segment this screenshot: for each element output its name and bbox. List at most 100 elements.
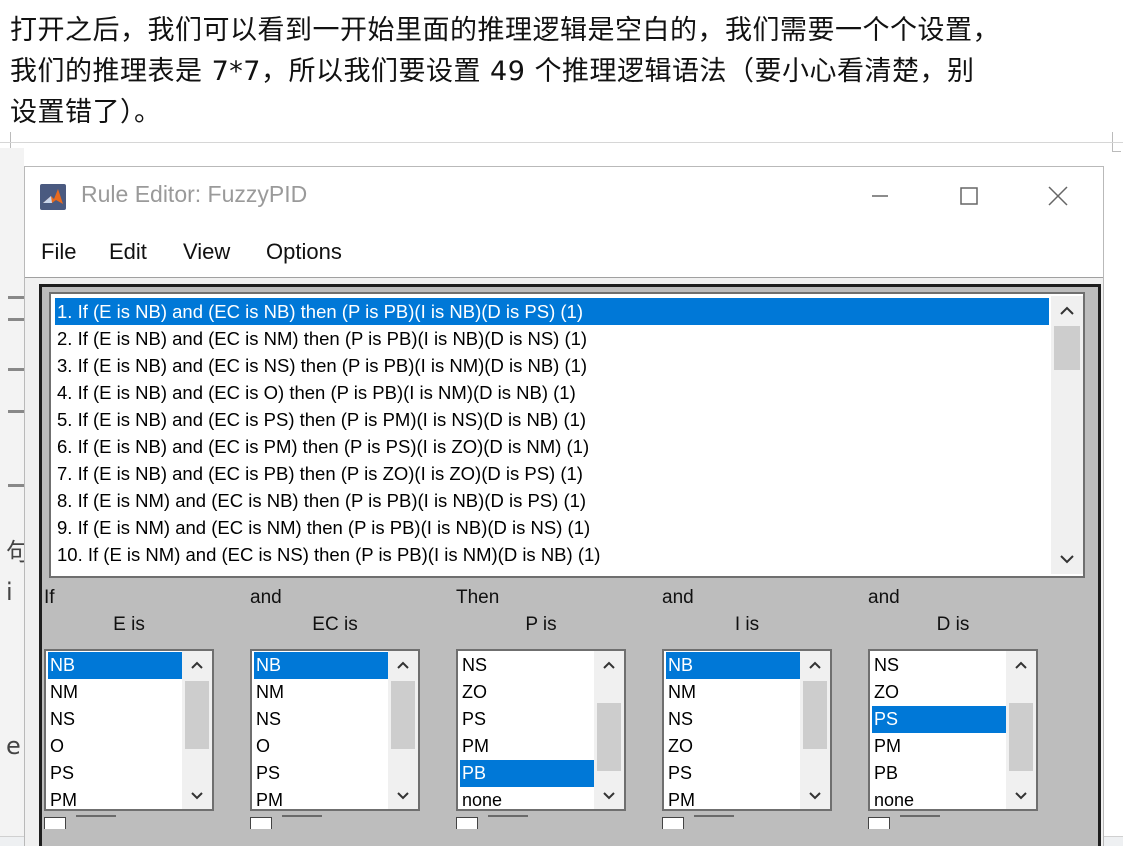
menu-options[interactable]: Options	[266, 239, 342, 265]
option-item[interactable]: NS	[666, 706, 802, 733]
close-button[interactable]	[1035, 177, 1081, 215]
scroll-up-button[interactable]	[182, 651, 212, 679]
option-item[interactable]: none	[460, 787, 596, 808]
option-scrollbar[interactable]	[182, 651, 212, 809]
option-item[interactable]: PB	[460, 760, 596, 787]
option-list[interactable]: NS ZO PS PM PB none	[460, 652, 596, 808]
option-item[interactable]: NM	[48, 679, 184, 706]
rule-item[interactable]: 9. If (E is NM) and (EC is NM) then (P i…	[55, 514, 1049, 541]
scroll-thumb[interactable]	[1054, 326, 1080, 370]
option-item[interactable]: none	[872, 787, 1008, 808]
option-item[interactable]: PM	[254, 787, 390, 808]
not-checkbox[interactable]	[868, 817, 890, 829]
membership-listbox-e[interactable]: NB NM NS O PS PM	[44, 649, 214, 811]
chevron-up-icon	[397, 661, 409, 669]
connector-label: and	[662, 587, 694, 608]
rule-item[interactable]: 8. If (E is NM) and (EC is NB) then (P i…	[55, 487, 1049, 514]
variable-label: P is	[525, 614, 557, 635]
option-item[interactable]: PM	[48, 787, 184, 808]
title-bar[interactable]: Rule Editor: FuzzyPID	[25, 167, 1103, 225]
not-checkbox[interactable]	[456, 817, 478, 829]
scroll-up-button[interactable]	[388, 651, 418, 679]
option-item[interactable]: PS	[460, 706, 596, 733]
option-list[interactable]: NB NM NS ZO PS PM	[666, 652, 802, 808]
option-item[interactable]: NM	[254, 679, 390, 706]
option-item[interactable]: PS	[48, 760, 184, 787]
document-line-2: 我们的推理表是 7*7，所以我们要设置 49 个推理逻辑语法（要小心看清楚，别	[10, 56, 975, 87]
option-item[interactable]: PM	[872, 733, 1008, 760]
not-checkbox-label	[694, 815, 734, 825]
rule-item[interactable]: 11. If (E is NM) and (EC is O) then (P i…	[55, 568, 1049, 572]
scroll-down-button[interactable]	[388, 781, 418, 809]
rules-scrollbar[interactable]	[1051, 296, 1083, 574]
option-item[interactable]: NS	[460, 652, 596, 679]
membership-listbox-d[interactable]: NS ZO PS PM PB none	[868, 649, 1038, 811]
scroll-down-button[interactable]	[1051, 544, 1083, 574]
membership-listbox-p[interactable]: NS ZO PS PM PB none	[456, 649, 626, 811]
option-scrollbar[interactable]	[388, 651, 418, 809]
scroll-thumb[interactable]	[1009, 703, 1033, 771]
option-item[interactable]: ZO	[666, 733, 802, 760]
option-item[interactable]: PM	[460, 733, 596, 760]
option-item[interactable]: ZO	[872, 679, 1008, 706]
scroll-thumb[interactable]	[185, 681, 209, 749]
option-item[interactable]: NB	[666, 652, 802, 679]
scroll-up-button[interactable]	[800, 651, 830, 679]
option-list[interactable]: NB NM NS O PS PM	[48, 652, 184, 808]
option-item[interactable]: NB	[48, 652, 184, 679]
option-item[interactable]: O	[254, 733, 390, 760]
membership-listbox-ec[interactable]: NB NM NS O PS PM	[250, 649, 420, 811]
option-item[interactable]: NS	[254, 706, 390, 733]
scroll-up-button[interactable]	[1051, 296, 1083, 326]
membership-listbox-i[interactable]: NB NM NS ZO PS PM	[662, 649, 832, 811]
scroll-down-button[interactable]	[182, 781, 212, 809]
scroll-thumb[interactable]	[391, 681, 415, 749]
option-item[interactable]: ZO	[460, 679, 596, 706]
option-list[interactable]: NS ZO PS PM PB none	[872, 652, 1008, 808]
rule-item[interactable]: 3. If (E is NB) and (EC is NS) then (P i…	[55, 352, 1049, 379]
rules-list[interactable]: 1. If (E is NB) and (EC is NB) then (P i…	[55, 298, 1049, 572]
option-scrollbar[interactable]	[1006, 651, 1036, 809]
not-checkbox[interactable]	[662, 817, 684, 829]
option-list[interactable]: NB NM NS O PS PM	[254, 652, 390, 808]
option-scrollbar[interactable]	[594, 651, 624, 809]
minimize-button[interactable]	[857, 177, 903, 215]
option-item[interactable]: PS	[666, 760, 802, 787]
menu-view[interactable]: View	[183, 239, 230, 265]
menu-file[interactable]: File	[41, 239, 76, 265]
not-checkbox[interactable]	[44, 817, 66, 829]
chevron-down-icon	[1015, 791, 1027, 799]
option-item[interactable]: PS	[872, 706, 1008, 733]
option-item[interactable]: NB	[254, 652, 390, 679]
rule-item[interactable]: 7. If (E is NB) and (EC is PB) then (P i…	[55, 460, 1049, 487]
option-scrollbar[interactable]	[800, 651, 830, 809]
scroll-down-button[interactable]	[1006, 781, 1036, 809]
background-text-fragment: i	[6, 578, 13, 606]
option-item[interactable]: NS	[872, 652, 1008, 679]
not-checkbox-label	[76, 815, 116, 825]
rule-item[interactable]: 6. If (E is NB) and (EC is PM) then (P i…	[55, 433, 1049, 460]
option-item[interactable]: PM	[666, 787, 802, 808]
option-item[interactable]: PS	[254, 760, 390, 787]
option-item[interactable]: NS	[48, 706, 184, 733]
page-divider	[0, 142, 1123, 143]
rules-listbox[interactable]: 1. If (E is NB) and (EC is NB) then (P i…	[49, 292, 1085, 578]
scroll-down-button[interactable]	[594, 781, 624, 809]
rule-item[interactable]: 2. If (E is NB) and (EC is NM) then (P i…	[55, 325, 1049, 352]
chevron-down-icon	[809, 791, 821, 799]
maximize-button[interactable]	[946, 177, 992, 215]
rule-item[interactable]: 10. If (E is NM) and (EC is NS) then (P …	[55, 541, 1049, 568]
rule-item[interactable]: 5. If (E is NB) and (EC is PS) then (P i…	[55, 406, 1049, 433]
scroll-down-button[interactable]	[800, 781, 830, 809]
rule-item[interactable]: 4. If (E is NB) and (EC is O) then (P is…	[55, 379, 1049, 406]
scroll-thumb[interactable]	[803, 681, 827, 749]
rule-item[interactable]: 1. If (E is NB) and (EC is NB) then (P i…	[55, 298, 1049, 325]
scroll-up-button[interactable]	[594, 651, 624, 679]
scroll-up-button[interactable]	[1006, 651, 1036, 679]
option-item[interactable]: O	[48, 733, 184, 760]
scroll-thumb[interactable]	[597, 703, 621, 771]
not-checkbox[interactable]	[250, 817, 272, 829]
menu-edit[interactable]: Edit	[109, 239, 147, 265]
option-item[interactable]: PB	[872, 760, 1008, 787]
option-item[interactable]: NM	[666, 679, 802, 706]
